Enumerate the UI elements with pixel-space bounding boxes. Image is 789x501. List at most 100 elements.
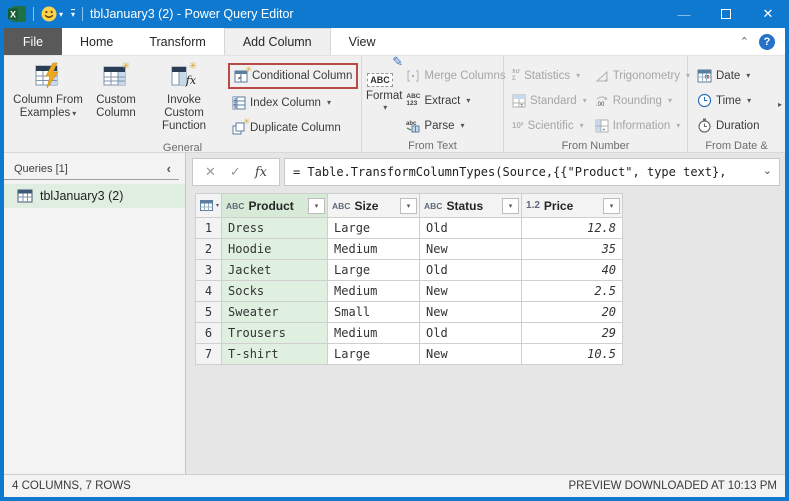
cell-status[interactable]: Old bbox=[420, 323, 522, 344]
column-from-examples-button[interactable]: Column From Examples▾ bbox=[10, 59, 86, 120]
select-all-corner-button[interactable]: ▾ bbox=[196, 194, 222, 218]
status-bar: 4 COLUMNS, 7 ROWS PREVIEW DOWNLOADED AT … bbox=[4, 474, 785, 497]
cell-price[interactable]: 12.8 bbox=[522, 218, 623, 239]
cell-size[interactable]: Small bbox=[328, 302, 420, 323]
cell-status[interactable]: New bbox=[420, 239, 522, 260]
cell-size[interactable]: Medium bbox=[328, 281, 420, 302]
row-number[interactable]: 1 bbox=[196, 218, 222, 239]
time-button[interactable]: Time ▾ bbox=[693, 88, 763, 113]
collapse-queries-pane-icon[interactable]: ‹ bbox=[167, 161, 171, 176]
chevron-down-icon: ▾ bbox=[509, 202, 513, 210]
cell-status[interactable]: New bbox=[420, 281, 522, 302]
rounding-button[interactable]: .00 Rounding ▾ bbox=[591, 88, 694, 113]
trigonometry-button[interactable]: Trigonometry ▾ bbox=[591, 63, 694, 88]
cell-price[interactable]: 20 bbox=[522, 302, 623, 323]
merge-columns-button[interactable]: Merge Columns bbox=[402, 63, 509, 88]
cell-size[interactable]: Large bbox=[328, 260, 420, 281]
filter-dropdown-button[interactable]: ▾ bbox=[308, 198, 325, 214]
tab-add-column[interactable]: Add Column bbox=[224, 28, 331, 55]
tab-view[interactable]: View bbox=[331, 28, 394, 55]
filter-dropdown-button[interactable]: ▾ bbox=[502, 198, 519, 214]
column-header-status[interactable]: ABC Status ▾ bbox=[420, 194, 522, 218]
row-number[interactable]: 4 bbox=[196, 281, 222, 302]
information-button[interactable]: + Information ▾ bbox=[591, 113, 694, 138]
scientific-button[interactable]: 10² Scientific ▾ bbox=[508, 113, 591, 138]
duplicate-column-icon: ✳ bbox=[232, 121, 246, 135]
cell-size[interactable]: Large bbox=[328, 218, 420, 239]
help-button[interactable]: ? bbox=[759, 34, 775, 50]
preview-area: ✕ ✓ fx ⌄ bbox=[186, 153, 785, 474]
group-label-general: General bbox=[4, 140, 361, 157]
cell-size[interactable]: Medium bbox=[328, 323, 420, 344]
cell-product[interactable]: Dress bbox=[222, 218, 328, 239]
expand-formula-bar-icon[interactable]: ⌄ bbox=[763, 164, 772, 177]
cell-price[interactable]: 40 bbox=[522, 260, 623, 281]
row-number[interactable]: 2 bbox=[196, 239, 222, 260]
formula-input[interactable] bbox=[284, 158, 780, 186]
feedback-smiley-button[interactable]: ▾ bbox=[41, 6, 63, 22]
cell-status[interactable]: New bbox=[420, 344, 522, 365]
tab-transform[interactable]: Transform bbox=[131, 28, 224, 55]
cell-price[interactable]: 2.5 bbox=[522, 281, 623, 302]
index-column-button[interactable]: 123 Index Column ▾ bbox=[228, 90, 360, 115]
cell-size[interactable]: Medium bbox=[328, 239, 420, 260]
conditional-column-button[interactable]: ≠ ✳ Conditional Column bbox=[230, 65, 356, 87]
cancel-formula-icon[interactable]: ✕ bbox=[205, 164, 216, 180]
ribbon-overflow-arrow[interactable]: ▸ bbox=[775, 56, 785, 152]
tab-file[interactable]: File bbox=[4, 28, 62, 55]
cell-product[interactable]: Socks bbox=[222, 281, 328, 302]
rounding-icon: .00 bbox=[595, 94, 609, 108]
button-label: Rounding bbox=[613, 95, 662, 107]
table-row: 2 Hoodie Medium New 35 bbox=[196, 239, 623, 260]
tab-home[interactable]: Home bbox=[62, 28, 131, 55]
parse-button[interactable]: abc Parse ▾ bbox=[402, 113, 509, 138]
cell-size[interactable]: Large bbox=[328, 344, 420, 365]
text-type-icon: ABC bbox=[424, 201, 442, 211]
cell-status[interactable]: Old bbox=[420, 218, 522, 239]
minimize-button[interactable]: — bbox=[663, 0, 705, 28]
maximize-button[interactable] bbox=[705, 0, 747, 28]
svg-text:X: X bbox=[10, 10, 16, 20]
row-number[interactable]: 3 bbox=[196, 260, 222, 281]
cell-status[interactable]: Old bbox=[420, 260, 522, 281]
extract-button[interactable]: ABC123 Extract ▾ bbox=[402, 88, 509, 113]
chevron-down-icon: ▾ bbox=[676, 121, 680, 130]
chevron-down-icon: ▾ bbox=[576, 71, 580, 80]
custom-column-button[interactable]: ✳ Custom Column bbox=[86, 59, 146, 120]
cell-product[interactable]: Trousers bbox=[222, 323, 328, 344]
cell-product[interactable]: T-shirt bbox=[222, 344, 328, 365]
cell-product[interactable]: Jacket bbox=[222, 260, 328, 281]
query-item-tbljanuary3[interactable]: tblJanuary3 (2) bbox=[4, 184, 185, 208]
status-preview-downloaded: PREVIEW DOWNLOADED AT 10:13 PM bbox=[568, 480, 777, 492]
cell-price[interactable]: 35 bbox=[522, 239, 623, 260]
statistics-button[interactable]: x̄σΣ Statistics ▾ bbox=[508, 63, 591, 88]
standard-button[interactable]: ± Standard ▾ bbox=[508, 88, 591, 113]
ribbon-tab-bar: File Home Transform Add Column View ⌃ ? bbox=[4, 28, 785, 56]
collapse-ribbon-icon[interactable]: ⌃ bbox=[740, 35, 749, 48]
cell-price[interactable]: 29 bbox=[522, 323, 623, 344]
column-header-price[interactable]: 1.2 Price ▾ bbox=[522, 194, 623, 218]
row-number[interactable]: 6 bbox=[196, 323, 222, 344]
chevron-down-icon: ▾ bbox=[315, 202, 319, 210]
column-header-product[interactable]: ABC Product ▾ bbox=[222, 194, 328, 218]
date-button[interactable]: Date ▾ bbox=[693, 63, 763, 88]
cell-product[interactable]: Sweater bbox=[222, 302, 328, 323]
cell-price[interactable]: 10.5 bbox=[522, 344, 623, 365]
filter-dropdown-button[interactable]: ▾ bbox=[603, 198, 620, 214]
duplicate-column-button[interactable]: ✳ Duplicate Column bbox=[228, 115, 360, 140]
row-number[interactable]: 5 bbox=[196, 302, 222, 323]
customize-toolbar-icon[interactable]: ▾ bbox=[71, 9, 75, 19]
row-number[interactable]: 7 bbox=[196, 344, 222, 365]
invoke-custom-function-button[interactable]: fx ✳ Invoke Custom Function bbox=[146, 59, 222, 134]
cell-status[interactable]: New bbox=[420, 302, 522, 323]
filter-dropdown-button[interactable]: ▾ bbox=[400, 198, 417, 214]
query-name: tblJanuary3 (2) bbox=[40, 189, 123, 203]
commit-formula-icon[interactable]: ✓ bbox=[230, 164, 241, 180]
close-button[interactable]: ✕ bbox=[747, 0, 789, 28]
svg-text:✳: ✳ bbox=[189, 61, 197, 72]
column-header-size[interactable]: ABC Size ▾ bbox=[328, 194, 420, 218]
format-button[interactable]: ABC ✎ Format ▾ bbox=[366, 59, 402, 112]
duration-button[interactable]: Duration bbox=[693, 113, 763, 138]
cell-product[interactable]: Hoodie bbox=[222, 239, 328, 260]
scientific-icon: 10² bbox=[512, 122, 524, 130]
